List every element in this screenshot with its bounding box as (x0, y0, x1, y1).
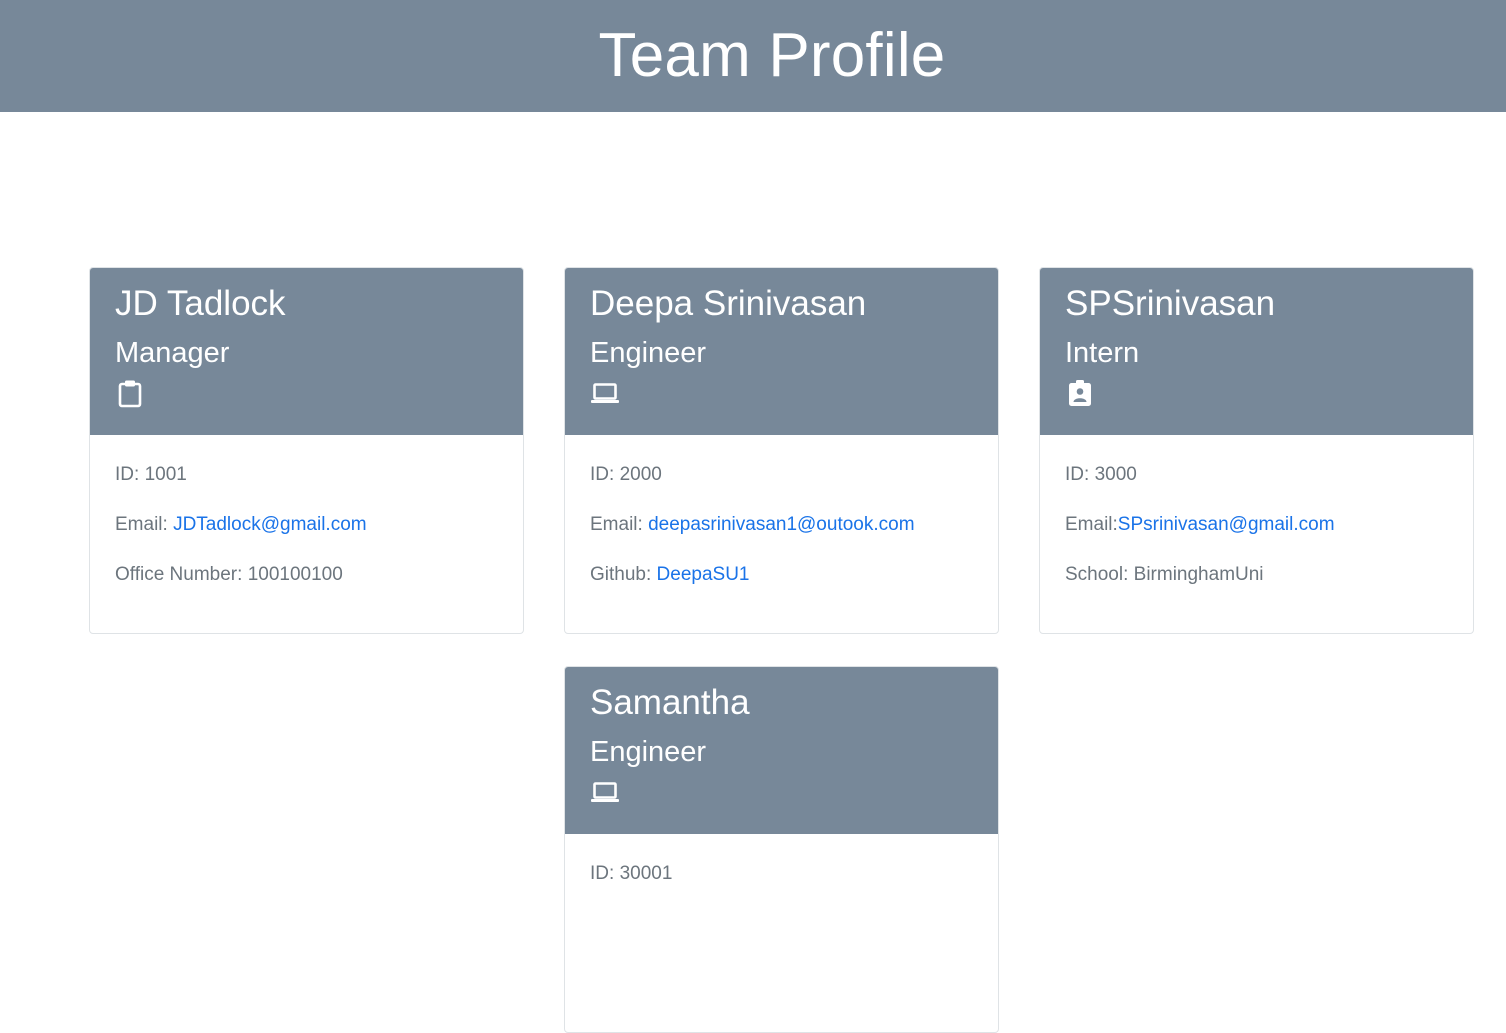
email-link[interactable]: SPsrinivasan@gmail.com (1118, 514, 1335, 535)
email-label: Email: (1065, 514, 1118, 535)
id-value: 3000 (1094, 464, 1137, 485)
card-header: Deepa Srinivasan Engineer (565, 268, 998, 435)
employee-school: School: BirminghamUni (1065, 563, 1473, 613)
page-title: Team Profile (598, 21, 946, 90)
employee-id: ID: 1001 (115, 463, 523, 513)
employee-name: SPSrinivasan (1065, 284, 1276, 323)
card-header: Samantha Engineer (565, 667, 998, 834)
card-body: ID: 1001 Email: JDTadlock@gmail.com Offi… (90, 435, 523, 613)
employee-role: Engineer (590, 337, 707, 369)
email-link[interactable]: deepasrinivasan1@outook.com (648, 514, 914, 535)
employee-github: Github: DeepaSU1 (590, 563, 998, 613)
employee-card-intern: SPSrinivasan Intern ID: 3000 Email:SPsri… (1039, 267, 1474, 634)
employee-id: ID: 2000 (590, 463, 998, 513)
id-label: ID: (1065, 464, 1095, 485)
id-badge-icon (1069, 380, 1091, 406)
card-header: SPSrinivasan Intern (1040, 268, 1473, 435)
id-label: ID: (115, 464, 145, 485)
employee-name: Samantha (590, 683, 750, 722)
clipboard-icon (118, 380, 142, 408)
office-number-label: Office Number: (115, 564, 248, 585)
employee-card-manager: JD Tadlock Manager ID: 1001 Email: JDTad… (89, 267, 524, 634)
employee-office-number: Office Number: 100100100 (115, 563, 523, 613)
employee-role: Intern (1065, 337, 1140, 369)
page-header: Team Profile (0, 0, 1506, 112)
card-body: ID: 2000 Email: deepasrinivasan1@outook.… (565, 435, 998, 613)
office-number-value: 100100100 (247, 564, 343, 585)
employee-card-engineer: Samantha Engineer ID: 30001 (564, 666, 999, 1033)
github-label: Github: (590, 564, 657, 585)
email-label: Email: (590, 514, 649, 535)
employee-id: ID: 3000 (1065, 463, 1473, 513)
card-header: JD Tadlock Manager (90, 268, 523, 435)
id-value: 1001 (144, 464, 187, 485)
employee-email: Email: JDTadlock@gmail.com (115, 513, 523, 563)
github-link[interactable]: DeepaSU1 (657, 564, 750, 585)
employee-role: Engineer (590, 736, 707, 768)
school-value: BirminghamUni (1133, 564, 1264, 585)
id-label: ID: (590, 464, 620, 485)
id-value: 30001 (619, 863, 673, 884)
employee-name: Deepa Srinivasan (590, 284, 867, 323)
school-label: School: (1065, 564, 1134, 585)
employee-id: ID: 30001 (590, 862, 998, 912)
card-body: ID: 30001 (565, 834, 998, 912)
email-label: Email: (115, 514, 174, 535)
id-label: ID: (590, 863, 620, 884)
employee-role: Manager (115, 337, 230, 369)
laptop-icon (591, 782, 619, 802)
employee-email: Email: deepasrinivasan1@outook.com (590, 513, 998, 563)
employee-name: JD Tadlock (115, 284, 286, 323)
id-value: 2000 (619, 464, 662, 485)
email-link[interactable]: JDTadlock@gmail.com (173, 514, 367, 535)
laptop-icon (591, 383, 619, 403)
card-body: ID: 3000 Email:SPsrinivasan@gmail.com Sc… (1040, 435, 1473, 613)
employee-card-engineer: Deepa Srinivasan Engineer ID: 2000 Email… (564, 267, 999, 634)
employee-email: Email:SPsrinivasan@gmail.com (1065, 513, 1473, 563)
